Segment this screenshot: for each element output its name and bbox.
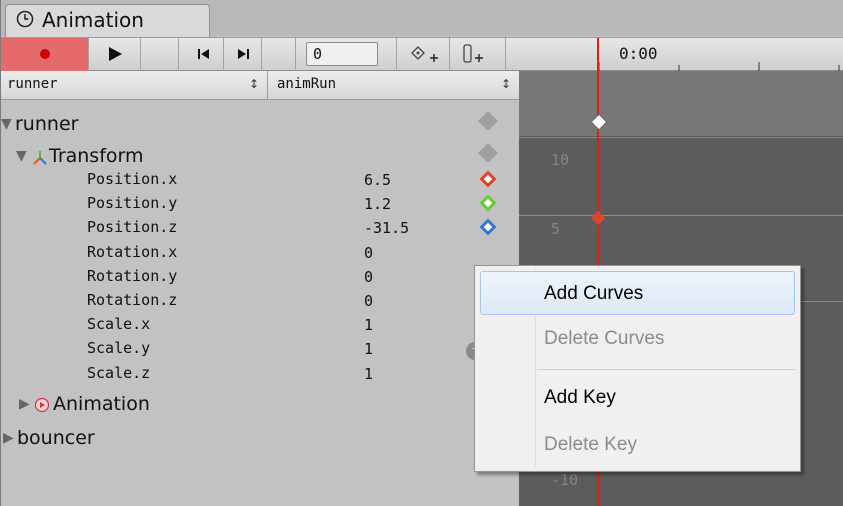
next-keyframe-icon bbox=[238, 49, 249, 59]
menu-separator bbox=[537, 369, 795, 370]
property-value[interactable]: 1 bbox=[364, 340, 373, 358]
property-name: Scale.z bbox=[87, 363, 151, 382]
frame-field[interactable]: 0 bbox=[306, 42, 378, 66]
property-row[interactable]: Position.x 6.5 bbox=[1, 170, 519, 192]
property-name: Rotation.x bbox=[87, 242, 178, 261]
object-selector[interactable]: runner bbox=[7, 76, 58, 92]
keyframe-center bbox=[483, 174, 493, 184]
menu-item-add-curves[interactable]: Add Curves bbox=[544, 283, 643, 305]
property-name: Scale.x bbox=[87, 315, 151, 334]
context-menu: Add Curves Delete Curves Add Key Delete … bbox=[474, 265, 801, 472]
keyframe-diamond-icon[interactable] bbox=[479, 170, 497, 188]
selector-arrows-icon: ↕ bbox=[501, 77, 512, 91]
collapsed-triangle-icon[interactable]: ▶ bbox=[19, 396, 30, 412]
animation-toolbar: 0 bbox=[1, 37, 843, 71]
tab-strip: Animation bbox=[1, 0, 843, 37]
add-keyframe-button[interactable] bbox=[396, 38, 450, 71]
collapsed-triangle-icon[interactable]: ▶ bbox=[3, 430, 14, 446]
y-axis-label: 10 bbox=[551, 151, 570, 169]
record-button[interactable] bbox=[1, 38, 89, 71]
property-name: Position.y bbox=[87, 194, 178, 213]
keyframe-diamond-icon[interactable] bbox=[478, 143, 498, 163]
previous-keyframe-button[interactable] bbox=[179, 38, 224, 71]
dopesheet-summary-area bbox=[519, 71, 843, 136]
transform-axes-icon bbox=[33, 151, 47, 165]
property-row[interactable]: Scale.x 1 bbox=[1, 315, 519, 337]
property-value[interactable]: -31.5 bbox=[364, 219, 409, 237]
property-name: Rotation.z bbox=[87, 291, 178, 309]
tab-animation[interactable]: Animation bbox=[5, 4, 210, 37]
property-value[interactable]: 1 bbox=[364, 316, 373, 334]
property-row[interactable]: Position.y 1.2 bbox=[1, 194, 519, 216]
animation-component-icon bbox=[34, 397, 50, 413]
y-axis-label: -10 bbox=[551, 471, 579, 489]
property-value[interactable]: 0 bbox=[364, 244, 373, 262]
bouncer-label: bouncer bbox=[17, 427, 95, 449]
grid-line bbox=[519, 137, 843, 138]
expanded-triangle-icon[interactable]: ▼ bbox=[1, 116, 12, 132]
menu-item-add-key[interactable]: Add Key bbox=[544, 387, 616, 409]
property-name: Position.z bbox=[87, 218, 178, 237]
time-ruler[interactable] bbox=[519, 38, 843, 71]
menu-item-delete-curves[interactable]: Delete Curves bbox=[544, 328, 664, 350]
transform-label: Transform bbox=[49, 145, 144, 167]
play-button[interactable] bbox=[89, 38, 141, 71]
keyframe-diamond-icon[interactable] bbox=[479, 194, 497, 212]
property-value[interactable]: 0 bbox=[364, 268, 373, 286]
header-divider bbox=[267, 71, 268, 99]
toolbar-spacer bbox=[141, 38, 179, 71]
record-icon bbox=[40, 49, 50, 59]
previous-keyframe-icon bbox=[198, 49, 209, 59]
property-hierarchy: ▼ runner ▼ Transform Position.x 6.5 Positi… bbox=[1, 100, 519, 506]
keyframe-diamond-icon[interactable] bbox=[478, 111, 498, 131]
next-keyframe-button[interactable] bbox=[224, 38, 262, 71]
property-name: Position.x bbox=[87, 170, 178, 188]
animation-label: Animation bbox=[53, 393, 150, 415]
property-row[interactable]: Rotation.y 0 bbox=[1, 267, 519, 289]
property-row[interactable]: Position.z -31.5 bbox=[1, 218, 519, 240]
add-event-button[interactable] bbox=[450, 38, 506, 71]
property-value[interactable]: 1.2 bbox=[364, 195, 391, 213]
selector-arrows-icon: ↕ bbox=[249, 77, 260, 91]
keyframe-center bbox=[483, 223, 493, 232]
add-keyframe-icon bbox=[411, 46, 438, 62]
runner-label: runner bbox=[15, 113, 79, 135]
property-row[interactable]: Scale.z 1 bbox=[1, 364, 519, 386]
property-row[interactable]: Rotation.z 0 bbox=[1, 291, 519, 313]
tab-label: Animation bbox=[42, 8, 144, 32]
keyframe-diamond-icon[interactable] bbox=[479, 218, 497, 236]
property-value[interactable]: 0 bbox=[364, 292, 373, 310]
property-name: Scale.y bbox=[87, 339, 151, 358]
keyframe-center bbox=[483, 198, 493, 208]
menu-item-delete-key[interactable]: Delete Key bbox=[544, 434, 637, 456]
add-event-icon bbox=[463, 44, 483, 63]
property-value[interactable]: 1 bbox=[364, 365, 373, 383]
toolbar-spacer bbox=[262, 38, 296, 71]
property-value[interactable]: 6.5 bbox=[364, 171, 391, 189]
expanded-triangle-icon[interactable]: ▼ bbox=[16, 148, 27, 164]
property-row[interactable]: Rotation.x 0 bbox=[1, 243, 519, 265]
clock-icon bbox=[16, 10, 34, 28]
clip-selector[interactable]: animRun bbox=[277, 76, 336, 92]
time-label: 0:00 bbox=[619, 44, 658, 63]
object-clip-header: runner ↕ animRun ↕ bbox=[1, 71, 519, 100]
y-axis-label: 5 bbox=[551, 220, 561, 238]
grid-line bbox=[519, 215, 843, 216]
property-row[interactable]: Scale.y 1 bbox=[1, 339, 519, 361]
play-icon bbox=[109, 47, 122, 61]
property-name: Rotation.y bbox=[87, 266, 178, 285]
animation-window: Animation 0 0:00 runner ↕ animRun ↕ ▼ ru… bbox=[0, 0, 843, 506]
